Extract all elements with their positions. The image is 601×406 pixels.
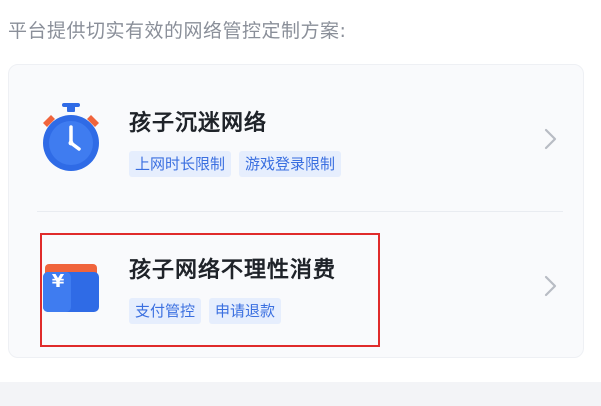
alarm-clock-icon xyxy=(43,103,99,171)
yuan-wallet-icon: ¥ xyxy=(43,264,99,312)
tag-payment-control: 支付管控 xyxy=(129,298,202,324)
option-irrational-spending[interactable]: ¥ 孩子网络不理性消费 支付管控 申请退款 xyxy=(9,212,585,358)
chevron-right-icon xyxy=(544,128,557,150)
option-tags: 上网时长限制 游戏登录限制 xyxy=(129,151,342,177)
option-addiction[interactable]: 孩子沉迷网络 上网时长限制 游戏登录限制 xyxy=(9,65,585,211)
option-tags: 支付管控 申请退款 xyxy=(129,298,282,324)
option-title: 孩子网络不理性消费 xyxy=(129,258,337,283)
option-title: 孩子沉迷网络 xyxy=(129,111,268,136)
tag-online-time-limit: 上网时长限制 xyxy=(129,151,232,177)
chevron-right-icon xyxy=(544,275,557,297)
tag-request-refund: 申请退款 xyxy=(209,298,282,324)
svg-text:¥: ¥ xyxy=(52,271,65,292)
options-card: 孩子沉迷网络 上网时长限制 游戏登录限制 ¥ 孩子网络不理性消费 支付管控 申请… xyxy=(8,64,584,358)
tag-game-login-limit: 游戏登录限制 xyxy=(239,151,342,177)
bottom-strip xyxy=(0,382,601,406)
section-intro: 平台提供切实有效的网络管控定制方案: xyxy=(8,20,347,42)
